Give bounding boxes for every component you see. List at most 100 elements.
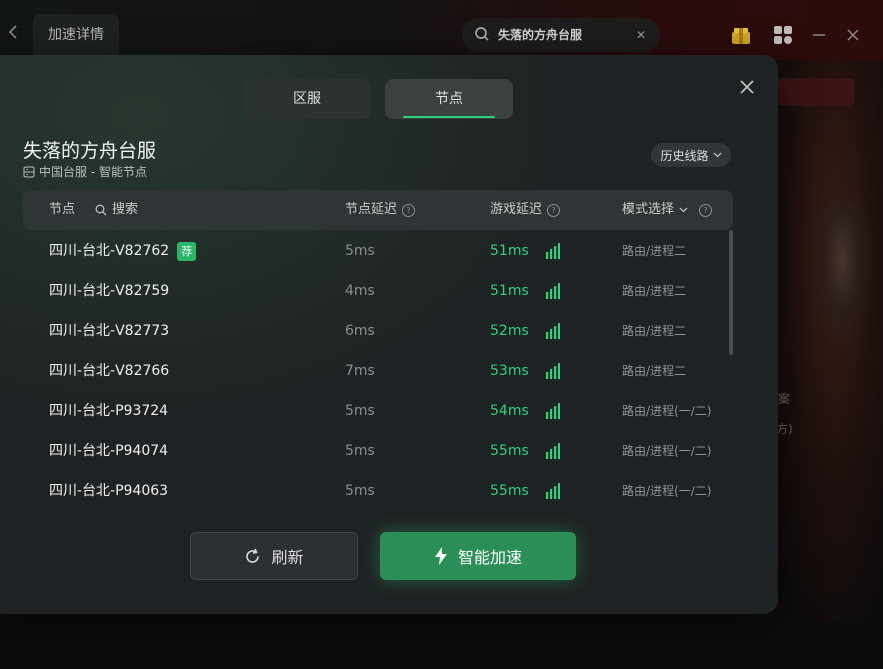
node-latency: 5ms [345,443,375,459]
chevron-down-icon [679,207,688,213]
tab-acceleration-details[interactable]: 加速详情 [33,14,119,56]
game-latency: 51ms [490,283,529,299]
smart-boost-button[interactable]: 智能加速 [380,532,576,580]
node-name-cell: 四川-台北-P94074 [49,430,168,472]
background-banner [778,78,854,106]
node-name: 四川-台北-P93724 [49,403,169,419]
mode-value: 路由/进程(一/二) [622,484,712,498]
dialog-close-icon[interactable] [737,77,757,97]
node-name: 四川-台北-V82759 [49,283,170,299]
close-icon[interactable] [842,24,864,46]
node-selection-dialog: 区服 节点 失落的方舟台服 中国台服 - 智能节点 历史线路 节点 搜索 节点延… [0,55,778,614]
game-latency: 54ms [490,403,529,419]
node-latency: 5ms [345,403,375,419]
column-header-node-label: 节点 [49,202,76,217]
smart-boost-label: 智能加速 [457,548,522,567]
node-latency: 4ms [345,283,375,299]
tab-server-region[interactable]: 区服 [243,79,371,119]
search-box[interactable]: 失落的方舟台服 ✕ [462,18,660,52]
table-row[interactable]: 四川-台北-V82766 7ms 53ms 路由/进程二 [23,350,723,390]
background-text: 案 [778,392,791,406]
column-header-mode-label: 模式选择 [622,202,675,217]
mode-select-dropdown[interactable]: 模式选择 ? [622,190,713,230]
game-latency: 52ms [490,323,529,339]
game-latency: 53ms [490,363,529,379]
signal-icon [546,243,560,263]
recommended-badge: 荐 [177,241,197,261]
node-name-cell: 四川-台北-P94063 [49,470,168,512]
node-latency: 7ms [345,363,375,379]
refresh-label: 刷新 [271,548,304,567]
clear-search-icon[interactable]: ✕ [636,18,646,52]
tab-label: 区服 [293,91,321,107]
help-icon[interactable]: ? [547,203,561,217]
game-latency: 51ms [490,243,529,259]
table-row[interactable]: 四川-台北-P94074 5ms 55ms 路由/进程(一/二) [23,430,723,470]
lightning-icon [434,547,447,565]
help-icon[interactable]: ? [402,203,416,217]
search-icon [475,27,489,41]
column-header-node-latency: 节点延迟 ? [345,190,416,230]
game-latency: 55ms [490,443,529,459]
refresh-button[interactable]: 刷新 [190,532,358,580]
table-row[interactable]: 四川-台北-P93724 5ms 54ms 路由/进程(一/二) [23,390,723,430]
node-name-cell: 四川-台北-V82773 [49,310,169,352]
refresh-icon [246,548,260,563]
search-icon [95,204,107,216]
column-header-node-latency-label: 节点延迟 [345,202,398,217]
active-tab-indicator [403,116,495,118]
node-latency: 6ms [345,323,375,339]
mode-value: 路由/进程(一/二) [622,404,712,418]
column-header-node: 节点 [49,190,75,230]
minimize-icon[interactable] [808,24,830,46]
chevron-left-icon [8,25,17,39]
back-button[interactable] [4,22,22,46]
apps-grid-icon[interactable] [772,24,794,46]
node-name: 四川-台北-V82773 [49,323,170,339]
background-figure [812,200,872,350]
column-header-game-latency-label: 游戏延迟 [490,202,543,217]
mode-value: 路由/进程二 [622,244,687,258]
search-input[interactable]: 失落的方舟台服 [498,18,582,52]
game-latency: 55ms [490,483,529,499]
tab-nodes[interactable]: 节点 [385,79,513,119]
table-row[interactable]: 四川-台北-V82762 荐 5ms 51ms 路由/进程二 [23,230,723,270]
table-row[interactable]: 四川-台北-V82759 4ms 51ms 路由/进程二 [23,270,723,310]
node-latency: 5ms [345,243,375,259]
node-search-button[interactable]: 搜索 [95,190,138,230]
node-name: 四川-台北-P94074 [49,443,169,459]
background-text: 方) [776,422,793,436]
table-row[interactable]: 四川-台北-V82773 6ms 52ms 路由/进程二 [23,310,723,350]
list-scrollbar[interactable] [729,230,733,355]
node-latency: 5ms [345,483,375,499]
node-name-cell: 四川-台北-V82762 荐 [49,230,197,272]
chevron-down-icon [713,152,721,158]
tab-label: 节点 [435,91,463,107]
signal-icon [546,323,560,343]
node-name: 四川-台北-V82762 [49,243,170,259]
signal-icon [546,403,560,423]
node-list: 四川-台北-V82762 荐 5ms 51ms 路由/进程二 四川-台北-V82… [23,230,723,510]
signal-icon [546,443,560,463]
signal-icon [546,363,560,383]
signal-icon [546,483,560,503]
help-icon[interactable]: ? [699,203,713,217]
gift-icon[interactable] [730,24,752,46]
node-name-cell: 四川-台北-P93724 [49,390,168,432]
mode-value: 路由/进程二 [622,324,687,338]
server-subtitle: 中国台服 - 智能节点 [23,163,147,180]
table-header: 节点 搜索 节点延迟 ? 游戏延迟 ? 模式选择 ? [23,190,733,230]
node-name: 四川-台北-V82766 [49,363,170,379]
column-header-game-latency: 游戏延迟 ? [490,190,561,230]
game-title: 失落的方舟台服 [23,140,157,162]
table-row[interactable]: 四川-台北-P94063 5ms 55ms 路由/进程(一/二) [23,470,723,510]
node-name-cell: 四川-台北-V82759 [49,270,169,312]
search-label: 搜索 [112,202,139,217]
server-subtitle-text: 中国台服 - 智能节点 [39,165,147,179]
history-routes-dropdown[interactable]: 历史线路 [651,143,731,167]
mode-value: 路由/进程(一/二) [622,444,712,458]
node-name-cell: 四川-台北-V82766 [49,350,169,392]
signal-icon [546,283,560,303]
node-name: 四川-台北-P94063 [49,483,169,499]
server-icon [23,166,35,177]
